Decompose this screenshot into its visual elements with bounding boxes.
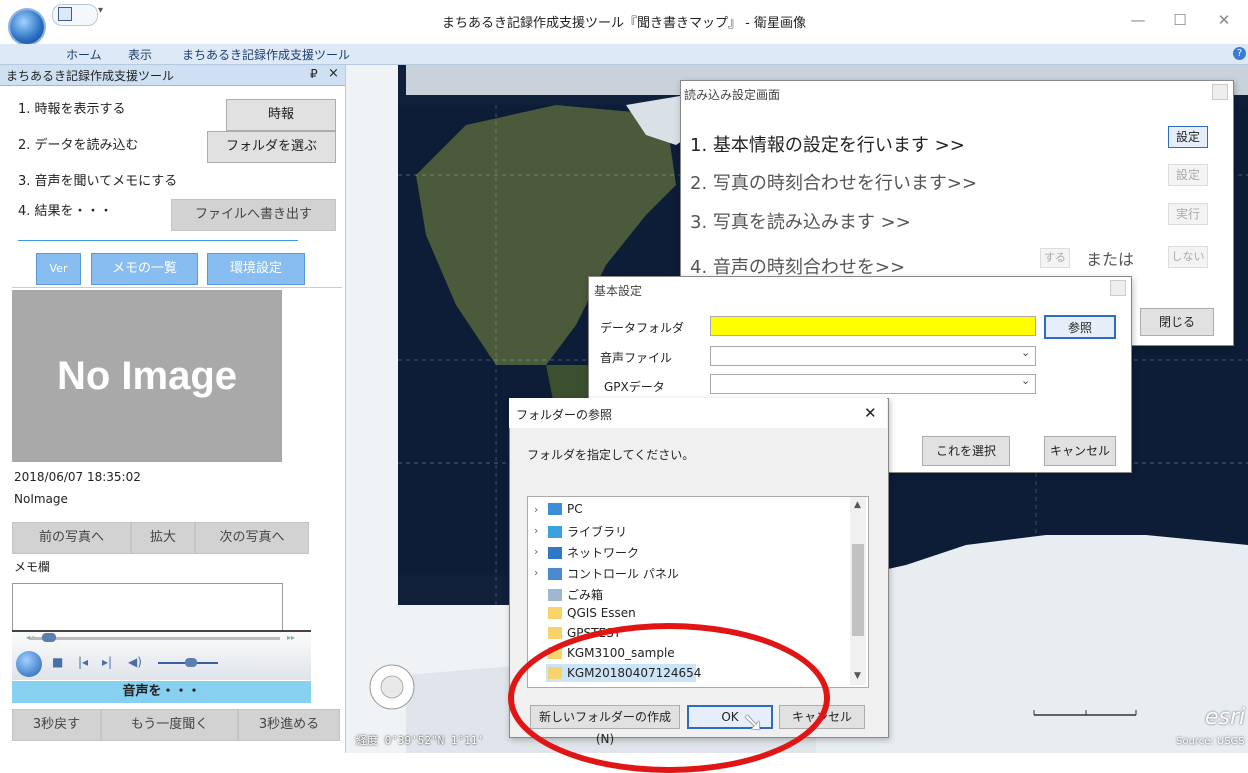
tree-item-library[interactable]: ライブラリ <box>548 523 627 540</box>
jiho-button[interactable]: 時報 <box>226 99 336 131</box>
forward-3s-button[interactable]: 3秒進める <box>238 709 340 741</box>
load-step-3: 3. 写真を読み込みます >> <box>690 212 911 233</box>
next-icon[interactable]: ▸| <box>102 655 112 669</box>
expand-icon[interactable]: › <box>534 524 538 537</box>
gpx-select[interactable] <box>710 374 1036 394</box>
step-2-label: 2. データを読み込む <box>18 138 139 153</box>
tree-item-folder[interactable]: QGIS Essen <box>548 606 636 620</box>
tree-scroll-thumb[interactable] <box>852 544 864 636</box>
step-3-label: 3. 音声を聞いてメモにする <box>18 174 178 189</box>
pc-icon <box>548 503 562 515</box>
load-dialog-close-icon[interactable] <box>1212 84 1228 100</box>
memo-textarea[interactable] <box>12 583 283 634</box>
load-step-1: 1. 基本情報の設定を行います >> <box>690 135 965 156</box>
step-4-label: 4. 結果を・・・ <box>18 204 113 219</box>
load-step-2: 2. 写真の時刻合わせを行います>> <box>690 173 978 194</box>
tab-home[interactable]: ホーム <box>66 46 102 63</box>
data-folder-input[interactable] <box>710 316 1036 336</box>
folder-icon <box>548 607 562 619</box>
close-dialog-button[interactable]: 閉じる <box>1140 308 1214 336</box>
ver-button[interactable]: Ver <box>36 253 81 285</box>
scroll-up-icon[interactable]: ▲ <box>854 500 861 510</box>
zoom-button[interactable]: 拡大 <box>131 522 195 554</box>
step-1-label: 1. 時報を表示する <box>18 102 126 117</box>
gpx-label: GPXデータ <box>604 380 665 394</box>
divider <box>12 287 342 288</box>
settings-button[interactable]: 環境設定 <box>207 253 305 285</box>
chevron-down-icon[interactable]: ⌄ <box>1021 374 1030 387</box>
audio-status: 音声を・・・ <box>12 681 311 703</box>
seek-bar[interactable] <box>30 637 280 640</box>
play-icon[interactable] <box>16 651 42 677</box>
library-icon <box>548 526 562 538</box>
tree-item-recycle-bin[interactable]: ごみ箱 <box>548 586 603 603</box>
basic-dialog-close-icon[interactable] <box>1110 280 1126 296</box>
folder-prompt: フォルダを指定してください。 <box>527 448 695 462</box>
panel-close-icon[interactable]: × <box>328 66 339 81</box>
map-source: Source: USGS <box>1176 736 1245 747</box>
load-dialog-title: 読み込み設定画面 <box>684 88 781 102</box>
folder-dialog-title: フォルダーの参照 <box>516 408 613 422</box>
network-icon <box>548 547 562 559</box>
audio-file-label: 音声ファイル <box>600 351 673 365</box>
photo-timestamp: 2018/06/07 18:35:02 <box>14 470 141 484</box>
or-label: または <box>1086 250 1135 269</box>
folder-icon <box>548 627 562 639</box>
minimize-button[interactable]: — <box>1118 8 1158 32</box>
basic-settings-button[interactable]: 設定 <box>1168 126 1208 148</box>
fast-forward-icon[interactable]: ▸▸ <box>287 633 295 642</box>
pin-icon[interactable]: ₽ <box>310 67 318 81</box>
back-3s-button[interactable]: 3秒戻す <box>12 709 101 741</box>
tree-item-pc[interactable]: PC <box>548 502 583 516</box>
load-photos-button[interactable]: 実行 <box>1168 203 1208 225</box>
audio-sync-no-button[interactable]: しない <box>1168 246 1208 268</box>
tab-view[interactable]: 表示 <box>128 46 152 63</box>
help-icon[interactable]: ? <box>1233 47 1246 60</box>
photo-time-settings-button[interactable]: 設定 <box>1168 164 1208 186</box>
tree-item-control-panel[interactable]: コントロール パネル <box>548 565 679 582</box>
select-this-button[interactable]: これを選択 <box>922 436 1010 466</box>
data-folder-label: データフォルダ <box>600 321 685 335</box>
audio-file-select[interactable] <box>710 346 1036 366</box>
window-title: まちあるき記録作成支援ツール『聞き書きマップ』 - 衛星画像 <box>442 16 806 31</box>
tab-tool[interactable]: まちあるき記録作成支援ツール <box>182 46 350 63</box>
highlight-annotation <box>508 623 830 773</box>
basic-dialog-title: 基本設定 <box>594 284 643 298</box>
coordinate-readout: 経度 0°39'52"N 1°11' <box>356 734 484 747</box>
volume-thumb[interactable] <box>185 658 197 667</box>
audio-sync-yes-button[interactable]: する <box>1040 248 1070 268</box>
chevron-down-icon[interactable]: ⌄ <box>1021 346 1030 359</box>
volume-icon[interactable]: ◀) <box>128 655 142 669</box>
photo-preview: No Image <box>12 290 282 462</box>
stop-icon[interactable]: ■ <box>52 655 63 669</box>
choose-folder-button[interactable]: フォルダを選ぶ <box>207 131 336 163</box>
recycle-bin-icon <box>548 589 562 601</box>
expand-icon[interactable]: › <box>534 566 538 579</box>
panel-title: まちあるき記録作成支援ツール <box>6 69 175 83</box>
replay-button[interactable]: もう一度聞く <box>101 709 238 741</box>
prev-photo-button[interactable]: 前の写真へ <box>12 522 131 554</box>
seek-thumb[interactable] <box>42 633 56 642</box>
scroll-down-icon[interactable]: ▼ <box>854 671 861 681</box>
expand-icon[interactable]: › <box>534 503 538 516</box>
folder-dialog-close-icon[interactable]: ✕ <box>864 404 877 422</box>
esri-logo: esri <box>1205 705 1246 730</box>
control-panel-icon <box>548 568 562 580</box>
browse-button[interactable]: 参照 <box>1044 315 1116 339</box>
next-photo-button[interactable]: 次の写真へ <box>195 522 309 554</box>
memo-list-button[interactable]: メモの一覧 <box>91 253 198 285</box>
expand-icon[interactable]: › <box>534 545 538 558</box>
close-button[interactable]: ✕ <box>1204 8 1244 32</box>
tree-item-network[interactable]: ネットワーク <box>548 544 639 561</box>
previous-icon[interactable]: |◂ <box>78 655 88 669</box>
separator <box>18 240 298 241</box>
export-button[interactable]: ファイルへ書き出す <box>171 199 336 231</box>
maximize-button[interactable]: ☐ <box>1160 8 1200 32</box>
photo-name: NoImage <box>14 492 68 506</box>
basic-cancel-button[interactable]: キャンセル <box>1044 436 1116 466</box>
memo-label: メモ欄 <box>14 560 51 574</box>
